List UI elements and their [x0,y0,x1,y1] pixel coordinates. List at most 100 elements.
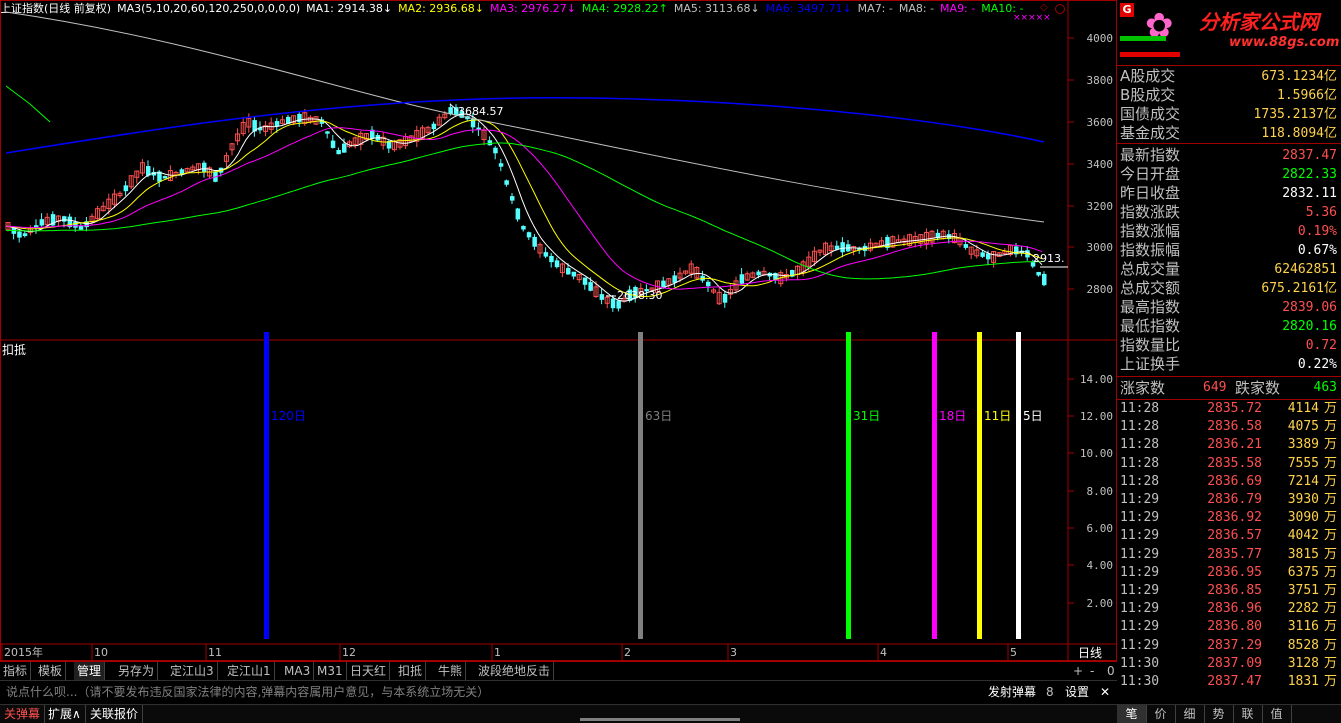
send-danmaku-button[interactable]: 发射弹幕 [988,681,1036,703]
candlestick-chart[interactable]: 400038003600340032003000280014.0012.0010… [0,0,1117,661]
y-tick-label: 3000 [1087,241,1114,254]
stat-row: 总成交量 62462851 [1117,260,1341,279]
tick-volume: 4114 [1287,401,1319,416]
ma4-line [5,142,1043,280]
tick-row: 11:28 2836.69 7214 万 [1117,473,1341,491]
stat-value: 675.2161亿 [1261,281,1337,296]
panel-tab-价[interactable]: 价 [1146,705,1176,723]
tick-price: 2837.29 [1207,637,1262,653]
tick-row: 11:30 2837.47 1831 万 [1117,673,1341,691]
tab-定江山1[interactable]: 定江山1 [224,662,275,680]
tab-日天红[interactable]: 日天红 [347,662,391,680]
offset-bar-5日 [1016,332,1021,639]
stat-label: 今日开盘 [1120,165,1181,183]
divider [1117,65,1341,66]
tick-time: 11:28 [1120,455,1160,471]
candle-body-down [554,260,560,268]
tick-price: 2836.21 [1207,437,1262,453]
candle-body-down [599,294,605,300]
close-icon[interactable]: ✕ [1100,681,1110,703]
tab-管理[interactable]: 管理 [74,662,106,680]
stat-row: 指数涨幅 0.19% [1117,222,1341,241]
tab-M31[interactable]: M31 [314,662,347,680]
chart-frame [0,0,1117,661]
tick-price: 2836.95 [1207,564,1262,580]
stat-label: 指数涨跌 [1120,203,1181,221]
offset-bar-11日 [977,332,982,639]
zoom-control-2[interactable]: 0 [1104,662,1118,680]
tab-另存为[interactable]: 另存为 [115,662,159,680]
panel-tab-联[interactable]: 联 [1233,705,1263,723]
zoom-control-0[interactable]: + [1070,662,1086,680]
tick-volume: 3090 [1287,510,1319,526]
divider [1117,143,1341,144]
tick-price: 2836.79 [1207,492,1262,507]
close-danmaku-button[interactable]: 关弹幕 [0,705,46,723]
linked-quote-button[interactable]: 关联报价 [86,705,144,723]
x-tick-label: 12 [342,646,356,659]
down-count-label: 跌家数 [1235,379,1281,397]
stat-label: 国债成交 [1120,105,1181,123]
expand-button[interactable]: 扩展∧ [44,705,86,723]
logo-title: 分析家公式网 [1199,10,1319,34]
stat-label: 最低指数 [1120,317,1181,335]
candle-body-down [73,221,78,228]
panel-tab-细[interactable]: 细 [1175,705,1205,723]
tab-波段绝地反击[interactable]: 波段绝地反击 [475,662,555,680]
tick-volume: 1831 [1287,674,1319,689]
tick-row: 11:29 2836.92 3090 万 [1117,509,1341,527]
danmaku-settings-button[interactable]: 设置 [1065,681,1089,703]
tick-price: 2835.77 [1207,546,1262,562]
offset-bar-label: 120日 [271,409,306,423]
panel-tab-势[interactable]: 势 [1204,705,1234,723]
y-tick-label: 3600 [1087,116,1114,129]
period-label[interactable]: 日线 [1078,644,1102,661]
tick-volume: 3389 [1287,437,1319,453]
danmaku-input[interactable]: 说点什么呗...（请不要发布违反国家法律的内容,弹幕内容属用户意见，与本系统立场… [6,681,489,703]
candle-body-down [521,226,526,230]
candle-body-down [62,216,67,222]
tick-price: 2835.72 [1207,401,1262,416]
candle-body-down [963,244,969,248]
ma3-line [5,127,1043,290]
candle-body-down [297,113,302,123]
tab-扣抵[interactable]: 扣抵 [395,662,427,680]
candle-body-down [980,252,985,257]
tick-row: 11:29 2836.96 2282 万 [1117,600,1341,618]
tab-牛熊[interactable]: 牛熊 [435,662,467,680]
candle-body-down [672,275,677,283]
scroll-handle[interactable] [580,718,740,721]
tab-模板[interactable]: 模板 [35,662,67,680]
tab-定江山3[interactable]: 定江山3 [167,662,218,680]
tick-volume: 3751 [1287,583,1319,598]
tab-指标[interactable]: 指标 [0,662,32,680]
stat-row: A股成交 673.1234亿 [1117,67,1341,86]
candle-body-down [493,147,498,154]
tick-time: 11:29 [1120,601,1160,617]
tick-unit: 万 [1323,455,1337,471]
panel-tab-笔[interactable]: 笔 [1117,705,1147,723]
stat-value: 673.1234亿 [1261,69,1337,84]
tick-time: 11:28 [1120,437,1160,453]
tick-unit: 万 [1323,401,1337,416]
tick-unit: 万 [1323,583,1337,598]
candle-body-down [571,271,577,277]
candle-body-down [510,196,515,201]
stat-value: 1735.2137亿 [1253,107,1337,122]
panel-tab-值[interactable]: 值 [1262,705,1292,723]
g-badge[interactable]: G [1120,3,1134,17]
candle-body-down [202,162,207,172]
offset-bar-120日 [264,332,269,639]
tab-MA3[interactable]: MA3 [281,662,315,680]
chart-area[interactable]: 上证指数(日线 前复权) MA3(5,10,20,60,120,250,0,0,0… [0,0,1117,661]
x-tick-label: 11 [208,646,222,659]
stat-label: 总成交额 [1120,279,1181,297]
candle-body-down [532,236,537,247]
tick-row: 11:29 2836.95 6375 万 [1117,564,1341,582]
tick-time: 11:28 [1120,401,1160,416]
zoom-control-1[interactable]: - [1087,662,1097,680]
offset-bar-18日 [932,332,937,639]
quote-panel: G ✿ 分析家公式网 www.88gs.com A股成交 673.1234亿 B股成… [1117,0,1341,723]
indicator-tabs: 指标 模板 管理 另存为 定江山3 定江山1 MA3 M31 日天红 扣抵 牛熊 波段绝地反击 + -0 [0,661,1117,680]
stat-label: 总成交量 [1120,260,1181,278]
